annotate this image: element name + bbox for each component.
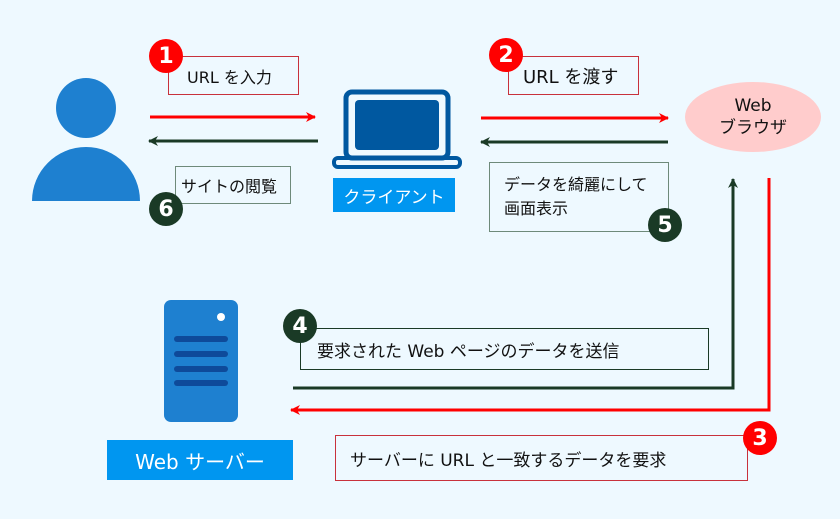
step-5-badge: 5 <box>648 208 682 242</box>
step-3-badge: 3 <box>743 421 777 455</box>
step-3-text: サーバーに URL と一致するデータを要求 <box>350 450 667 471</box>
diagram: クライアント Web サーバー Web ブラウザ URL を入力 URL を渡す… <box>0 0 840 519</box>
person-icon <box>32 78 140 201</box>
step-6-badge: 6 <box>149 192 183 226</box>
server-icon <box>164 300 238 422</box>
step-6-box: サイトの閲覧 <box>175 166 291 204</box>
step-2-text: URL を渡す <box>523 66 619 88</box>
step-6-text: サイトの閲覧 <box>181 177 278 196</box>
browser-line1: Web <box>734 96 772 116</box>
step-4-text: 要求された Web ページのデータを送信 <box>317 341 620 362</box>
step-4-box: 要求された Web ページのデータを送信 <box>300 328 709 370</box>
step-5-line1: データを綺麗にして <box>504 175 648 194</box>
step-1-box: URL を入力 <box>168 56 299 95</box>
client-label: クライアント <box>333 178 455 212</box>
step-4-badge: 4 <box>283 309 317 343</box>
browser-line2: ブラウザ <box>719 118 787 138</box>
step-5-box: データを綺麗にして 画面表示 <box>489 162 669 232</box>
step-2-badge: 2 <box>489 38 523 72</box>
server-label: Web サーバー <box>107 440 293 480</box>
step-1-text: URL を入力 <box>187 67 272 87</box>
step-1-badge: 1 <box>149 39 183 73</box>
step-2-box: URL を渡す <box>508 56 639 95</box>
browser-node: Web ブラウザ <box>685 82 821 152</box>
laptop-icon <box>332 89 462 169</box>
step-3-box: サーバーに URL と一致するデータを要求 <box>335 435 748 481</box>
step-5-line2: 画面表示 <box>504 199 569 218</box>
